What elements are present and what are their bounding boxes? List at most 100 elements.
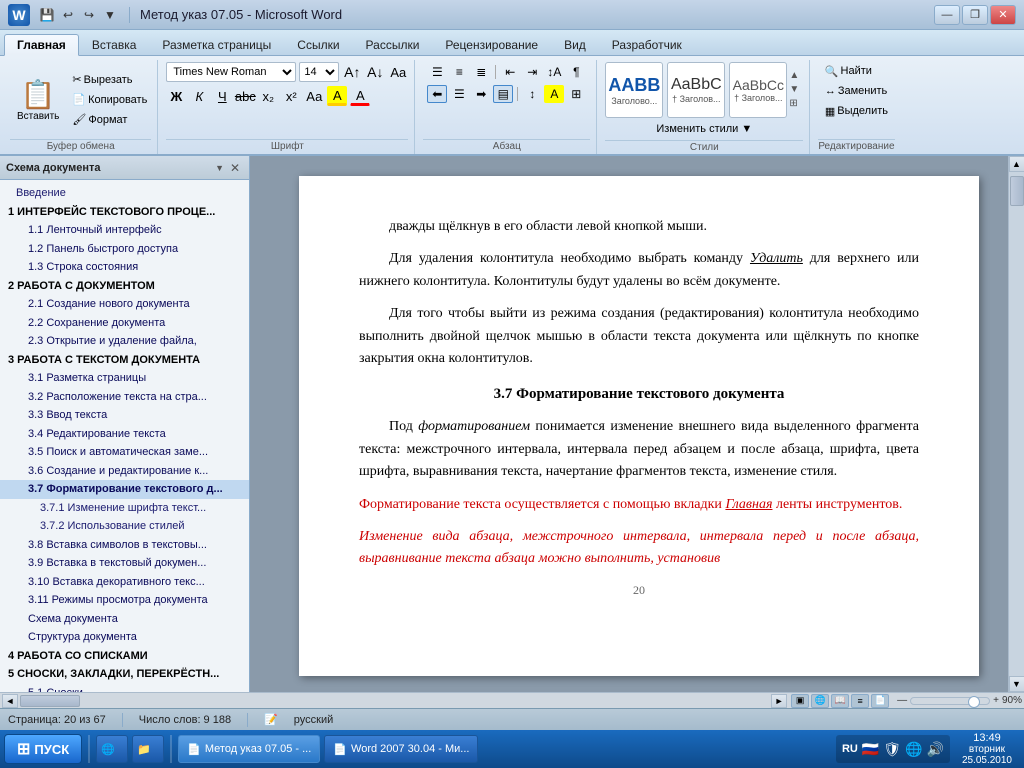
shrink-font-btn[interactable]: A↓: [365, 62, 385, 82]
scroll-down-btn[interactable]: ▼: [1009, 676, 1024, 692]
nav-item[interactable]: 3.6 Создание и редактирование к...: [0, 462, 249, 481]
nav-item[interactable]: 3.11 Режимы просмотра документа: [0, 591, 249, 610]
cut-button[interactable]: ✂ Вырезать: [68, 71, 151, 89]
nav-item[interactable]: 2.3 Открытие и удаление файла,: [0, 332, 249, 351]
shading-btn[interactable]: A: [544, 85, 564, 103]
view-web-btn[interactable]: 🌐: [811, 694, 829, 708]
nav-item[interactable]: 3.5 Поиск и автоматическая заме...: [0, 443, 249, 462]
font-name-select[interactable]: Times New Roman: [166, 62, 296, 82]
nav-panel-close[interactable]: ✕: [227, 160, 243, 176]
nav-item[interactable]: 2.2 Сохранение документа: [0, 314, 249, 333]
align-left-btn[interactable]: ⬅: [427, 85, 447, 103]
copy-button[interactable]: 📄 Копировать: [68, 91, 151, 109]
quick-access-more[interactable]: ▼: [101, 7, 119, 23]
nav-item[interactable]: 5 СНОСКИ, ЗАКЛАДКИ, ПЕРЕКРЁСТН...: [0, 665, 249, 684]
view-outline-btn[interactable]: ≡: [851, 694, 869, 708]
nav-item[interactable]: 2 РАБОТА С ДОКУМЕНТОМ: [0, 277, 249, 296]
decrease-indent-btn[interactable]: ⇤: [500, 63, 520, 81]
replace-btn[interactable]: ↔ Заменить: [821, 82, 891, 100]
nav-item[interactable]: 3.3 Ввод текста: [0, 406, 249, 425]
nav-item[interactable]: Введение: [0, 184, 249, 203]
nav-item[interactable]: 1 ИНТЕРФЕЙС ТЕКСТОВОГО ПРОЦЕ...: [0, 203, 249, 222]
scroll-up-btn[interactable]: ▲: [1009, 156, 1024, 172]
grow-font-btn[interactable]: A↑: [342, 62, 362, 82]
word-task-btn1[interactable]: 📄 Метод указ 07.05 - ...: [178, 735, 320, 763]
file-btn[interactable]: 📁: [132, 735, 164, 763]
tab-insert[interactable]: Вставка: [79, 34, 150, 55]
multilevel-list-btn[interactable]: ≣: [471, 63, 491, 81]
nav-item[interactable]: 3.8 Вставка символов в текстовы...: [0, 536, 249, 555]
zoom-in-btn[interactable]: +: [993, 695, 999, 706]
styles-scroll[interactable]: ▲ ▼ ⊞: [789, 70, 803, 110]
clear-format-btn[interactable]: Aa: [388, 62, 408, 82]
view-normal-btn[interactable]: ▣: [791, 694, 809, 708]
start-button[interactable]: ⊞ ПУСК: [4, 734, 82, 764]
nav-item[interactable]: 3.7.2 Использование стилей: [0, 517, 249, 536]
undo-quick-btn[interactable]: ↩: [59, 7, 77, 23]
borders-btn[interactable]: ⊞: [566, 85, 586, 103]
tab-view[interactable]: Вид: [551, 34, 599, 55]
nav-item[interactable]: 1.1 Ленточный интерфейс: [0, 221, 249, 240]
bullet-list-btn[interactable]: ☰: [427, 63, 447, 81]
view-draft-btn[interactable]: 📄: [871, 694, 889, 708]
tab-developer[interactable]: Разработчик: [599, 34, 695, 55]
font-color-btn[interactable]: A: [350, 86, 370, 106]
align-justify-btn[interactable]: ▤: [493, 85, 513, 103]
word-task-btn2[interactable]: 📄 Word 2007 30.04 - Ми...: [324, 735, 478, 763]
zoom-thumb[interactable]: [968, 696, 980, 708]
italic-btn[interactable]: К: [189, 86, 209, 106]
numbered-list-btn[interactable]: ≡: [449, 63, 469, 81]
superscript-btn[interactable]: x²: [281, 86, 301, 106]
nav-item[interactable]: 3.2 Расположение текста на стра...: [0, 388, 249, 407]
tab-page-layout[interactable]: Разметка страницы: [149, 34, 284, 55]
font-size-select[interactable]: 14: [299, 62, 339, 82]
change-styles-btn[interactable]: Изменить стили ▼: [652, 120, 756, 138]
align-center-btn[interactable]: ☰: [449, 85, 469, 103]
view-read-btn[interactable]: 📖: [831, 694, 849, 708]
increase-indent-btn[interactable]: ⇥: [522, 63, 542, 81]
highlight-btn[interactable]: A: [327, 86, 347, 106]
zoom-slider[interactable]: [910, 697, 990, 705]
nav-item[interactable]: 3 РАБОТА С ТЕКСТОМ ДОКУМЕНТА: [0, 351, 249, 370]
close-btn[interactable]: ✕: [990, 5, 1016, 25]
strikethrough-btn[interactable]: abc: [235, 86, 255, 106]
align-right-btn[interactable]: ➡: [471, 85, 491, 103]
select-btn[interactable]: ▦ Выделить: [821, 102, 892, 120]
scroll-thumb[interactable]: [1010, 176, 1024, 206]
nav-item[interactable]: 1.3 Строка состояния: [0, 258, 249, 277]
window-controls[interactable]: — ❐ ✕: [934, 5, 1016, 25]
ie-btn[interactable]: 🌐: [96, 735, 128, 763]
format-copy-button[interactable]: 🖌 Формат: [68, 111, 151, 129]
nav-item[interactable]: 3.10 Вставка декоративного текс...: [0, 573, 249, 592]
nav-item[interactable]: 3.7.1 Изменение шрифта текст...: [0, 499, 249, 518]
bold-btn[interactable]: Ж: [166, 86, 186, 106]
nav-item[interactable]: 3.1 Разметка страницы: [0, 369, 249, 388]
sort-btn[interactable]: ↕A: [544, 63, 564, 81]
nav-item[interactable]: 3.9 Вставка в текстовый докумен...: [0, 554, 249, 573]
nav-panel-dropdown[interactable]: ▼: [215, 163, 224, 173]
style-heading2[interactable]: AaBbC † Заголов...: [667, 62, 725, 118]
find-btn[interactable]: 🔍 Найти: [821, 62, 876, 80]
paste-button[interactable]: 📋 Вставить: [10, 65, 66, 135]
nav-item[interactable]: 1.2 Панель быстрого доступа: [0, 240, 249, 259]
subscript-btn[interactable]: x₂: [258, 86, 278, 106]
nav-item[interactable]: Структура документа: [0, 628, 249, 647]
tab-home[interactable]: Главная: [4, 34, 79, 56]
nav-item[interactable]: 4 РАБОТА СО СПИСКАМИ: [0, 647, 249, 666]
line-spacing-btn[interactable]: ↕: [522, 85, 542, 103]
horizontal-scrollbar[interactable]: ◄ ► ▣ 🌐 📖 ≡ 📄 — + 90%: [0, 692, 1024, 708]
h-scroll-thumb[interactable]: [20, 695, 80, 707]
save-quick-btn[interactable]: 💾: [38, 7, 56, 23]
tab-review[interactable]: Рецензирование: [432, 34, 551, 55]
nav-item[interactable]: 3.7 Форматирование текстового д...: [0, 480, 249, 499]
nav-item[interactable]: 3.4 Редактирование текста: [0, 425, 249, 444]
zoom-out-btn[interactable]: —: [897, 695, 907, 706]
show-marks-btn[interactable]: ¶: [566, 63, 586, 81]
style-heading1[interactable]: ААВВ Заголово...: [605, 62, 663, 118]
underline-btn[interactable]: Ч: [212, 86, 232, 106]
tab-references[interactable]: Ссылки: [284, 34, 352, 55]
tab-mailings[interactable]: Рассылки: [353, 34, 433, 55]
minimize-btn[interactable]: —: [934, 5, 960, 25]
scroll-right-btn[interactable]: ►: [771, 694, 787, 708]
style-heading3[interactable]: AaBbCc † Заголов...: [729, 62, 787, 118]
